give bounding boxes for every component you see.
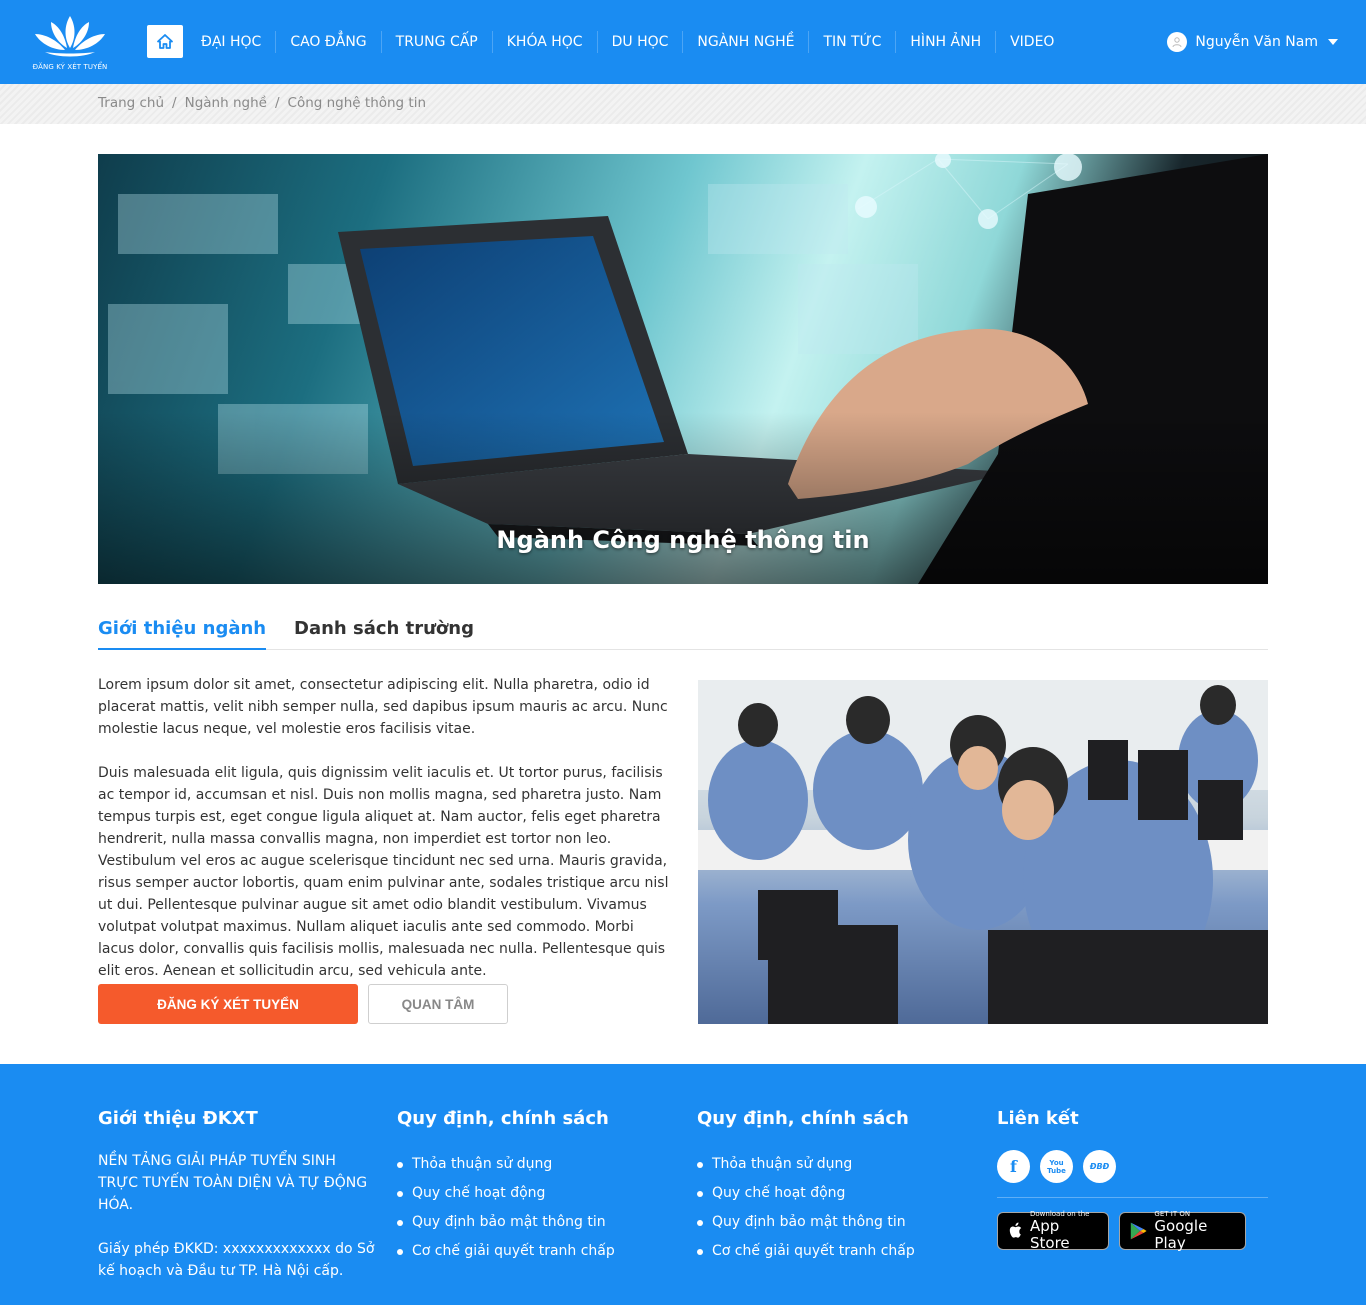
footer-link-terms[interactable]: Thỏa thuận sử dụng [697, 1150, 915, 1179]
footer-link-privacy[interactable]: Quy định bảo mật thông tin [697, 1208, 915, 1237]
main-nav: ĐẠI HỌC CAO ĐẲNG TRUNG CẤP KHÓA HỌC DU H… [187, 30, 1068, 54]
footer-link-disputes[interactable]: Cơ chế giải quyết tranh chấp [697, 1237, 915, 1266]
footer-about-text: NỀN TẢNG GIẢI PHÁP TUYỂN SINH TRỰC TUYẾN… [98, 1153, 368, 1213]
app-store-big-text: App Store [1030, 1217, 1070, 1252]
breadcrumb-current: Công nghệ thông tin [287, 95, 427, 111]
youtube-icon[interactable]: You Tube [1040, 1150, 1073, 1183]
lotus-logo-icon [35, 16, 105, 57]
footer-link-privacy[interactable]: Quy định bảo mật thông tin [397, 1208, 615, 1237]
apple-icon [1009, 1222, 1022, 1238]
footer-license-text: Giấy phép ĐKKD: xxxxxxxxxxxxx do Sở kế h… [98, 1241, 375, 1279]
hero-title: Ngành Công nghệ thông tin [496, 526, 870, 554]
tab-gioi-thieu-nganh[interactable]: Giới thiệu ngành [98, 618, 267, 650]
tab-danh-sach-truong[interactable]: Danh sách trường [294, 618, 474, 650]
footer-link-operations[interactable]: Quy chế hoạt động [697, 1179, 915, 1208]
breadcrumb-separator: / [172, 95, 177, 111]
social-links: f You Tube ĐBĐ [997, 1150, 1268, 1198]
bocongthuong-icon[interactable]: ĐBĐ [1083, 1150, 1116, 1183]
tab-bar: Giới thiệu ngành Danh sách trường [98, 612, 1268, 650]
footer-links: Liên kết f You Tube ĐBĐ Download on the … [997, 1108, 1268, 1252]
classroom-image [698, 680, 1268, 1024]
user-menu[interactable]: Nguyễn Văn Nam [1167, 30, 1338, 54]
google-play-icon [1130, 1222, 1147, 1240]
site-logo[interactable]: ĐĂNG KÝ XÉT TUYỂN [28, 12, 112, 74]
footer-policies-2: Quy định, chính sách Thỏa thuận sử dụng … [697, 1108, 915, 1266]
nav-cao-dang[interactable]: CAO ĐẲNG [275, 31, 380, 53]
nav-dai-hoc[interactable]: ĐẠI HỌC [187, 31, 275, 53]
register-button[interactable]: ĐĂNG KÝ XÉT TUYỂN [98, 984, 358, 1024]
interest-button[interactable]: QUAN TÂM [368, 984, 508, 1024]
nav-hinh-anh[interactable]: HÌNH ẢNH [895, 31, 995, 53]
breadcrumb: Trang chủ / Ngành nghề / Công nghệ thông… [98, 95, 426, 111]
breadcrumb-home[interactable]: Trang chủ [98, 95, 164, 111]
intro-paragraph: Duis malesuada elit ligula, quis digniss… [98, 765, 669, 979]
facebook-icon[interactable]: f [997, 1150, 1030, 1183]
logo-text: ĐĂNG KÝ XÉT TUYỂN [32, 63, 108, 71]
home-button[interactable] [147, 25, 183, 58]
hero-banner: Ngành Công nghệ thông tin [98, 154, 1268, 584]
user-avatar-icon [1167, 32, 1188, 52]
google-play-big-text: Google Play [1154, 1217, 1208, 1252]
intro-paragraph: Lorem ipsum dolor sit amet, consectetur … [98, 677, 668, 737]
nav-trung-cap[interactable]: TRUNG CẤP [380, 31, 492, 53]
app-store-badges: Download on the App Store GET IT ON Goog… [997, 1210, 1268, 1252]
app-store-button[interactable]: Download on the App Store [997, 1210, 1109, 1252]
breadcrumb-bar: Trang chủ / Ngành nghề / Công nghệ thông… [0, 84, 1366, 124]
google-play-button[interactable]: GET IT ON Google Play [1119, 1210, 1246, 1252]
chevron-down-icon [1328, 39, 1338, 45]
classroom-photo [698, 680, 1268, 1024]
footer-link-operations[interactable]: Quy chế hoạt động [397, 1179, 615, 1208]
footer-policies-title: Quy định, chính sách [397, 1108, 609, 1129]
footer-link-terms[interactable]: Thỏa thuận sử dụng [397, 1150, 615, 1179]
nav-nganh-nghe[interactable]: NGÀNH NGHỀ [682, 31, 808, 53]
footer-policies-title: Quy định, chính sách [697, 1108, 909, 1129]
footer-links-title: Liên kết [997, 1108, 1079, 1129]
footer-link-disputes[interactable]: Cơ chế giải quyết tranh chấp [397, 1237, 615, 1266]
breadcrumb-nganh-nghe[interactable]: Ngành nghề [185, 95, 267, 111]
footer: Giới thiệu ĐKXT NỀN TẢNG GIẢI PHÁP TUYỂN… [0, 1064, 1366, 1305]
nav-tin-tuc[interactable]: TIN TỨC [808, 31, 895, 53]
user-name: Nguyễn Văn Nam [1195, 34, 1318, 50]
footer-policies-1: Quy định, chính sách Thỏa thuận sử dụng … [397, 1108, 615, 1266]
home-icon [157, 33, 173, 49]
top-header: ĐĂNG KÝ XÉT TUYỂN ĐẠI HỌC CAO ĐẲNG TRUNG… [0, 0, 1366, 84]
intro-text: Lorem ipsum dolor sit amet, consectetur … [98, 674, 670, 1004]
nav-khoa-hoc[interactable]: KHÓA HỌC [491, 31, 597, 53]
nav-du-hoc[interactable]: DU HỌC [596, 31, 683, 53]
footer-about-title: Giới thiệu ĐKXT [98, 1108, 258, 1129]
breadcrumb-separator: / [274, 95, 280, 111]
footer-about: Giới thiệu ĐKXT NỀN TẢNG GIẢI PHÁP TUYỂN… [98, 1108, 378, 1304]
nav-video[interactable]: VIDEO [995, 31, 1068, 53]
hero-image [98, 154, 1268, 584]
